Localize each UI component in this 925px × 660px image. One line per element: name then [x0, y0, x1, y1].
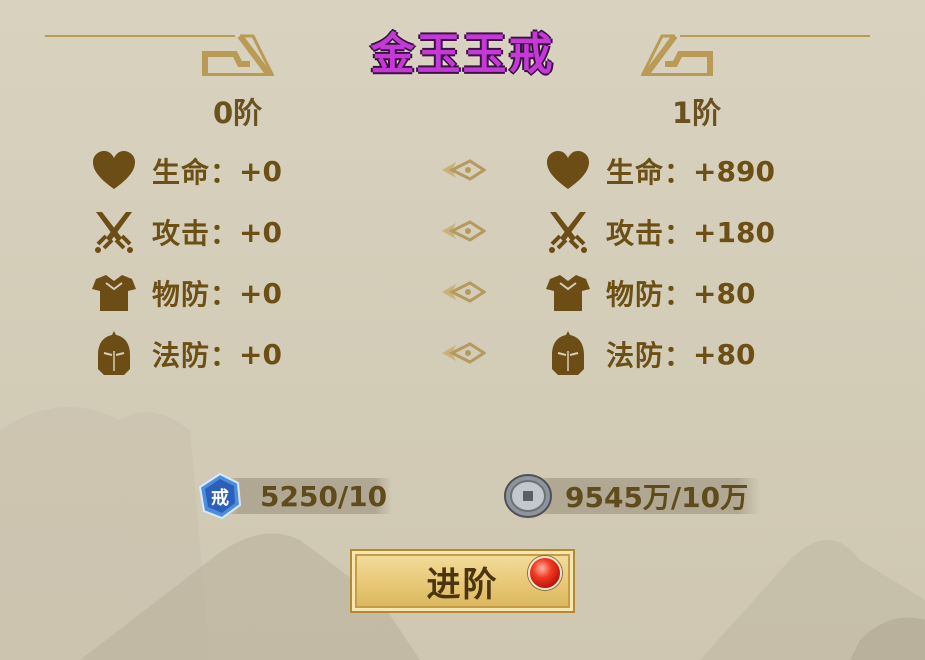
helmet-icon: [546, 331, 590, 376]
ring-token-icon: 戒: [198, 473, 242, 519]
stat-value: +80: [693, 337, 756, 371]
crossed-swords-icon: [546, 210, 590, 254]
silver-amount: 9545万/10万: [565, 481, 749, 514]
stat-label: 生命：: [606, 156, 694, 189]
stat-label: 生命：: [152, 156, 240, 189]
stat-value: +0: [239, 154, 282, 188]
upgrade-arrow-icon: [442, 342, 486, 364]
ring-material-cost[interactable]: 戒 5250/10: [198, 473, 388, 519]
stat-value: +180: [693, 215, 775, 249]
stat-label: 物防：: [152, 278, 240, 311]
stat-value: +890: [693, 154, 775, 188]
current-stat-hp: 生命： +0: [92, 148, 282, 194]
stat-value: +0: [239, 215, 282, 249]
upgrade-arrow-icon: [442, 281, 486, 303]
silver-cost[interactable]: 9545万/10万: [503, 474, 749, 518]
title-bar: 金玉玉戒: [0, 8, 925, 80]
upgrade-arrow-icon: [442, 159, 486, 181]
item-title: 金玉玉戒: [370, 29, 555, 80]
current-stat-magic-defense: 法防： +0: [92, 331, 282, 377]
notification-dot-icon: [528, 556, 562, 590]
next-stat-attack: 攻击： +180: [546, 209, 775, 255]
stat-value: +80: [693, 276, 756, 310]
crossed-swords-icon: [92, 210, 136, 254]
armor-icon: [92, 271, 136, 315]
stat-value: +0: [239, 337, 282, 371]
stat-label: 物防：: [606, 278, 694, 311]
heart-icon: [92, 149, 136, 193]
next-stat-hp: 生命： +890: [546, 148, 775, 194]
helmet-icon: [92, 331, 136, 376]
current-stat-attack: 攻击： +0: [92, 209, 282, 255]
next-stat-physical-defense: 物防： +80: [546, 270, 755, 316]
current-tier-header: 0阶: [213, 96, 263, 130]
ring-material-amount: 5250/10: [260, 479, 388, 513]
stat-value: +0: [239, 276, 282, 310]
stat-label: 攻击：: [606, 217, 694, 250]
next-stat-magic-defense: 法防： +80: [546, 331, 755, 377]
current-stat-physical-defense: 物防： +0: [92, 270, 282, 316]
heart-icon: [546, 149, 590, 193]
next-tier-header: 1阶: [672, 96, 722, 130]
upgrade-arrow-icon: [442, 220, 486, 242]
stat-label: 攻击：: [152, 217, 240, 250]
svg-text:戒: 戒: [211, 487, 229, 509]
advance-button-label: 进阶: [426, 564, 499, 605]
silver-coin-icon: [504, 474, 552, 518]
stat-label: 法防：: [152, 339, 240, 372]
stat-label: 法防：: [606, 339, 694, 372]
armor-icon: [546, 271, 590, 315]
